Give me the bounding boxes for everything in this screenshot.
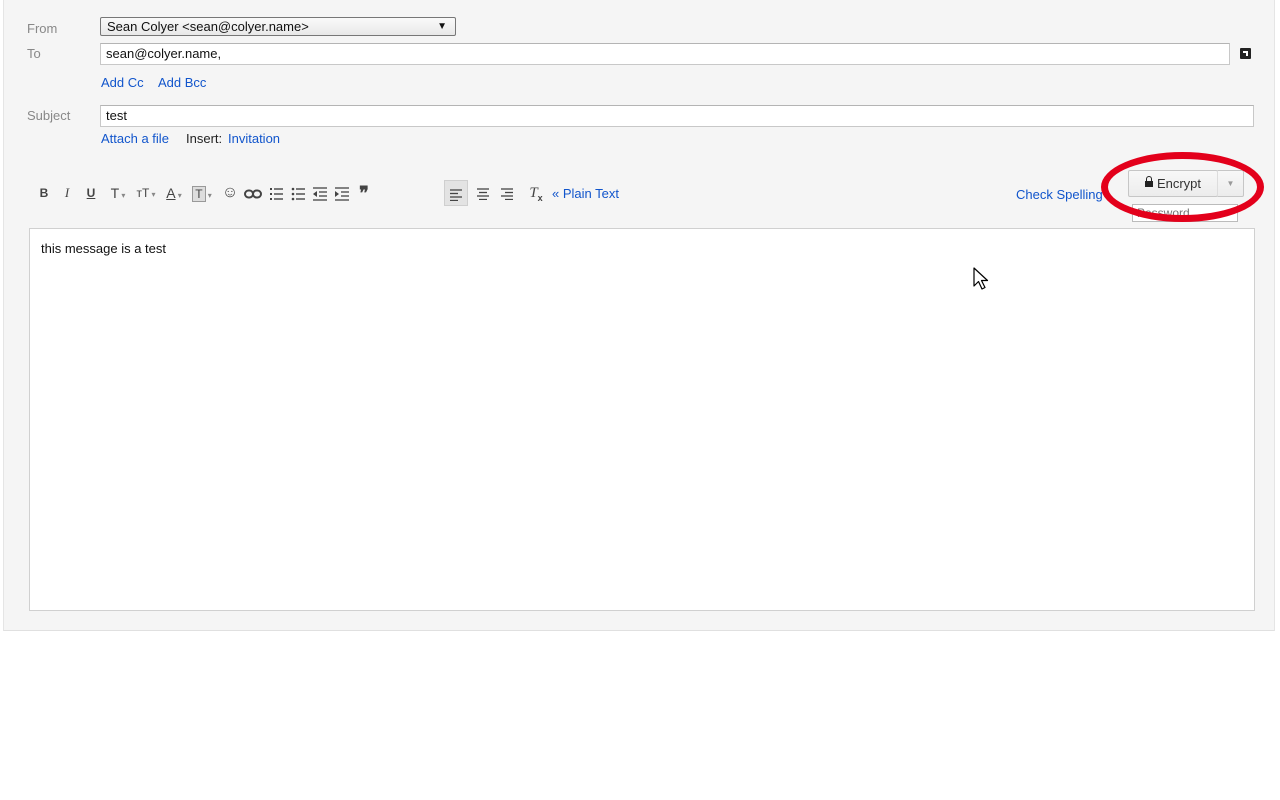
add-bcc-link[interactable]: Add Bcc	[158, 75, 206, 90]
indent-less-icon[interactable]	[311, 180, 329, 206]
numbered-list-icon[interactable]	[267, 180, 285, 206]
subject-value: test	[106, 108, 127, 123]
size-label: тT	[136, 186, 150, 200]
password-input[interactable]	[1132, 204, 1238, 222]
compose-panel: From Sean Colyer <sean@colyer.name> ▼ To…	[3, 0, 1275, 631]
message-body[interactable]: this message is a test	[29, 228, 1255, 611]
subject-label: Subject	[27, 108, 71, 123]
indent-less-glyph	[313, 187, 327, 201]
bulleted-list-icon[interactable]	[289, 180, 307, 206]
to-label: To	[27, 46, 41, 61]
check-spelling-label: Check Spelling	[1016, 187, 1103, 202]
font-label: T	[110, 185, 120, 201]
lock-icon	[1144, 176, 1153, 187]
add-cc-link[interactable]: Add Cc	[101, 75, 144, 90]
encrypt-options-dropdown[interactable]: ▼	[1217, 170, 1244, 197]
link-icon-glyph	[244, 189, 262, 199]
indent-more-glyph	[335, 187, 349, 201]
to-field[interactable]: sean@colyer.name,	[100, 43, 1230, 65]
underline-button[interactable]: U	[84, 180, 98, 206]
from-label: From	[27, 21, 58, 36]
bulleted-list-glyph	[291, 187, 305, 201]
encrypt-label: Encrypt	[1156, 176, 1202, 191]
size-button[interactable]: тT ▾	[133, 180, 159, 206]
message-body-text: this message is a test	[41, 241, 166, 256]
from-value: Sean Colyer <sean@colyer.name>	[107, 19, 309, 34]
indent-more-icon[interactable]	[333, 180, 351, 206]
chevron-down-icon: ▼	[1226, 179, 1235, 188]
mouse-pointer-icon	[973, 267, 989, 290]
subject-field[interactable]: test	[100, 105, 1254, 127]
chevron-down-icon: ▾	[149, 190, 156, 199]
align-left-icon[interactable]	[444, 180, 468, 206]
font-button[interactable]: T ▾	[107, 180, 129, 206]
numbered-list-glyph	[270, 188, 283, 201]
chevron-down-icon: ▾	[205, 191, 212, 200]
popout-icon[interactable]	[1240, 48, 1251, 59]
to-value: sean@colyer.name,	[106, 46, 222, 61]
italic-button[interactable]: I	[60, 180, 74, 206]
encrypt-button[interactable]: Encrypt	[1128, 170, 1218, 197]
invitation-link[interactable]: Invitation	[228, 131, 280, 146]
align-right-icon[interactable]	[498, 180, 516, 206]
align-center-glyph	[477, 188, 489, 201]
align-right-glyph	[501, 188, 513, 201]
emoji-icon[interactable]: ☺	[221, 180, 239, 206]
quote-icon[interactable]: ❞	[355, 180, 373, 206]
text-color-label: A	[166, 185, 176, 201]
insert-label: Insert:	[186, 131, 223, 146]
from-select[interactable]: Sean Colyer <sean@colyer.name> ▼	[100, 17, 456, 36]
link-icon[interactable]	[243, 180, 263, 206]
plain-text-link[interactable]: « Plain Text	[552, 186, 619, 201]
check-spelling-link[interactable]: Check Spelling ▾	[1016, 187, 1109, 202]
highlight-color-button[interactable]: T ▾	[189, 180, 215, 206]
align-left-glyph	[450, 189, 462, 202]
remove-formatting-icon[interactable]: Tx	[525, 180, 547, 206]
chevron-down-icon: ▾	[175, 191, 182, 200]
text-color-button[interactable]: A ▾	[163, 180, 185, 206]
highlight-label: T	[192, 186, 206, 202]
attach-file-link[interactable]: Attach a file	[101, 131, 169, 146]
chevron-down-icon: ▾	[1102, 192, 1109, 201]
chevron-down-icon: ▾	[119, 191, 126, 200]
bold-button[interactable]: B	[37, 180, 51, 206]
align-center-icon[interactable]	[474, 180, 492, 206]
dropdown-arrow-icon: ▼	[437, 21, 447, 32]
